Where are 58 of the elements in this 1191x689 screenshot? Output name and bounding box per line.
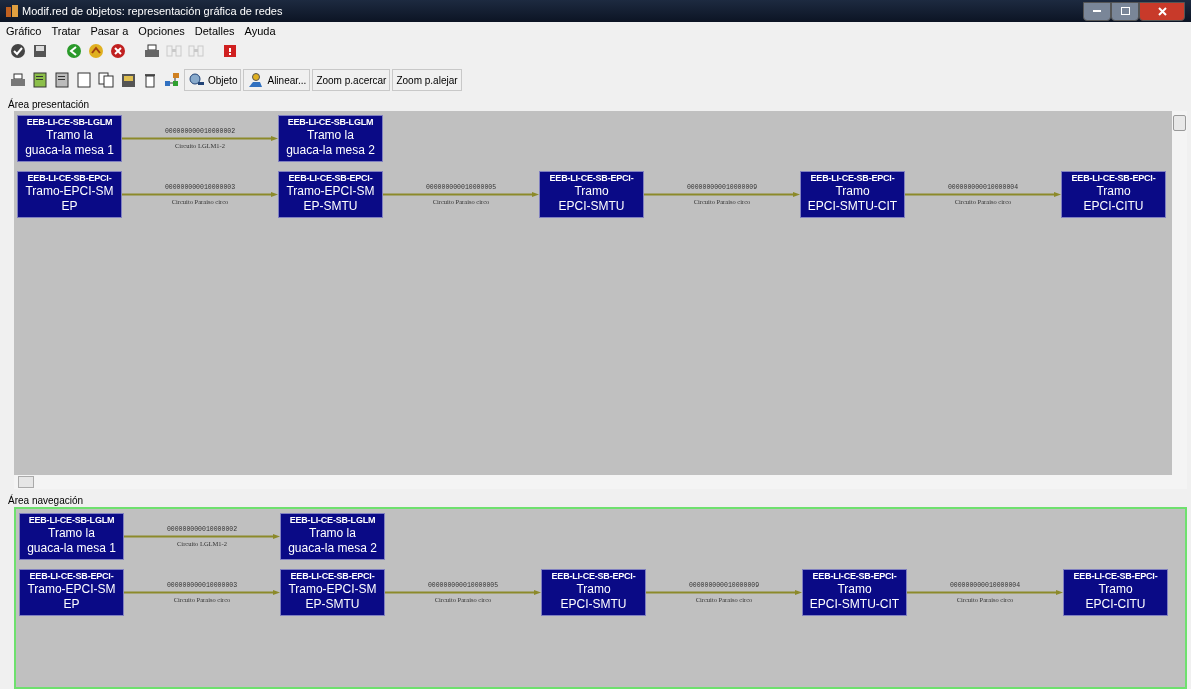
- network-node[interactable]: EEB-LI-CE-SB-LGLM Tramo la guaca-la mesa 1: [17, 115, 122, 162]
- maximize-button[interactable]: [1111, 1, 1139, 21]
- network-node[interactable]: EEB-LI-CE-SB-EPCI- Tramo EPCI-SMTU-CIT: [802, 569, 907, 616]
- document-icon: [33, 72, 47, 88]
- toolbar-button[interactable]: [30, 70, 50, 90]
- network-node[interactable]: EEB-LI-CE-SB-EPCI- Tramo-EPCI-SM EP: [17, 171, 122, 218]
- copy-icon: [98, 72, 114, 88]
- toolbar-button[interactable]: [8, 41, 28, 61]
- network-node[interactable]: EEB-LI-CE-SB-EPCI- Tramo-EPCI-SM EP: [19, 569, 124, 616]
- save-icon: [33, 44, 47, 58]
- document-icon: [55, 72, 69, 88]
- network-node[interactable]: EEB-LI-CE-SB-EPCI- Tramo EPCI-SMTU: [541, 569, 646, 616]
- minimize-icon: [1093, 9, 1101, 13]
- minimize-button[interactable]: [1083, 1, 1111, 21]
- network-node[interactable]: EEB-LI-CE-SB-LGLM Tramo la guaca-la mesa 2: [280, 513, 385, 560]
- printer-icon: [10, 73, 26, 87]
- binoculars-icon: [188, 44, 204, 58]
- maximize-icon: [1120, 7, 1130, 15]
- toolbar-button[interactable]: [108, 41, 128, 61]
- app-icon: [6, 5, 18, 17]
- toolbar-button[interactable]: [52, 70, 72, 90]
- person-icon: [247, 72, 264, 88]
- printer-icon: [144, 44, 160, 58]
- window-title: Modif.red de objetos: representación gráfica de redes: [22, 5, 283, 17]
- network-node[interactable]: EEB-LI-CE-SB-EPCI- Tramo-EPCI-SM EP-SMTU: [280, 569, 385, 616]
- search-icon: [188, 73, 204, 87]
- vertical-scrollbar[interactable]: [1172, 111, 1187, 475]
- group-label: Área presentación: [8, 99, 90, 110]
- close-icon: [1157, 6, 1167, 16]
- network-icon: [164, 72, 180, 88]
- check-icon: [10, 43, 26, 59]
- toolbar-button[interactable]: Objeto: [184, 69, 242, 91]
- menu-item[interactable]: Tratar: [51, 24, 81, 37]
- trash-icon: [144, 72, 156, 88]
- binoculars-icon: [166, 44, 182, 58]
- network-node[interactable]: EEB-LI-CE-SB-EPCI- Tramo EPCI-CITU: [1063, 569, 1168, 616]
- network-node[interactable]: EEB-LI-CE-SB-LGLM Tramo la guaca-la mesa 2: [278, 115, 383, 162]
- toolbar-button[interactable]: [86, 41, 106, 61]
- network-node[interactable]: EEB-LI-CE-SB-EPCI- Tramo-EPCI-SM EP-SMTU: [278, 171, 383, 218]
- horizontal-scrollbar[interactable]: [14, 475, 1187, 489]
- close-button[interactable]: [1139, 1, 1185, 21]
- network-node[interactable]: EEB-LI-CE-SB-EPCI- Tramo EPCI-SMTU: [539, 171, 644, 218]
- menu-item[interactable]: Opciones: [138, 24, 185, 37]
- network-node[interactable]: EEB-LI-CE-SB-LGLM Tramo la guaca-la mesa 1: [19, 513, 124, 560]
- menu-item[interactable]: Pasar a: [90, 24, 129, 37]
- menu-item[interactable]: Gráfico: [6, 24, 42, 37]
- network-node[interactable]: EEB-LI-CE-SB-EPCI- Tramo EPCI-CITU: [1061, 171, 1166, 218]
- toolbar-button[interactable]: Alinear...: [243, 69, 311, 91]
- network-node[interactable]: EEB-LI-CE-SB-EPCI- Tramo EPCI-SMTU-CIT: [800, 171, 905, 218]
- blank-page-icon: [77, 72, 91, 88]
- help-icon: [223, 44, 237, 58]
- toolbar-button[interactable]: Zoom p.acercar: [312, 69, 391, 91]
- group-label: Área navegación: [8, 495, 84, 506]
- menu-item[interactable]: Ayuda: [244, 24, 276, 37]
- cancel-icon: [110, 43, 126, 59]
- menu-item[interactable]: Detalles: [194, 24, 235, 37]
- toolbar-button[interactable]: [96, 70, 116, 90]
- toolbar-button[interactable]: Zoom p.alejar: [392, 69, 462, 91]
